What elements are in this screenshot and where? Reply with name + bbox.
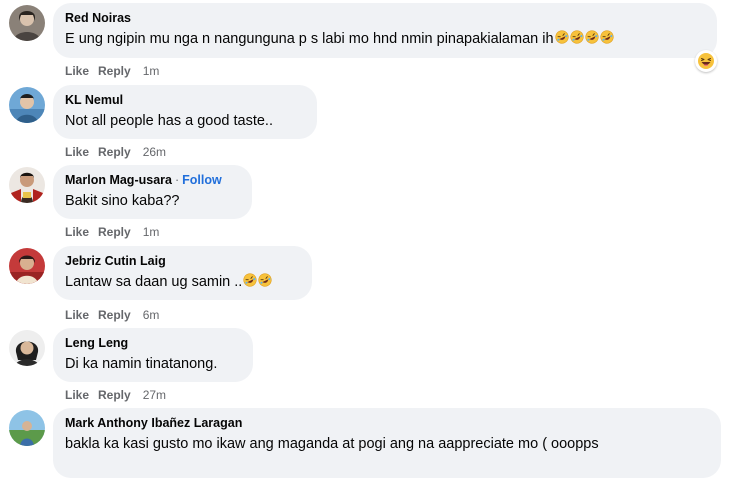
like-button[interactable]: Like	[65, 308, 89, 322]
comment-author[interactable]: Mark Anthony Ibañez Laragan	[65, 416, 242, 430]
comment-actions: Like Reply 6m	[65, 308, 159, 322]
reply-button[interactable]: Reply	[98, 64, 131, 78]
comment-timestamp[interactable]: 1m	[143, 64, 160, 78]
comment-text: E ung ngipin mu nga n nangunguna p s lab…	[65, 29, 705, 49]
reply-button[interactable]: Reply	[98, 225, 131, 239]
avatar[interactable]	[9, 5, 45, 41]
comment-bubble: KL Nemul Not all people has a good taste…	[53, 85, 317, 139]
comment-timestamp[interactable]: 1m	[143, 225, 160, 239]
comment-text: Di ka namin tinatanong.	[65, 356, 218, 372]
separator-dot: ·	[174, 173, 180, 187]
like-button[interactable]: Like	[65, 145, 89, 159]
rofl-emoji-icon	[554, 30, 569, 44]
comment-bubble: Marlon Mag-usara · Follow Bakit sino kaba?…	[53, 165, 252, 219]
comment-timestamp[interactable]: 26m	[143, 145, 166, 159]
comment-bubble: Mark Anthony Ibañez Laragan bakla ka kas…	[53, 408, 721, 478]
comment-timestamp[interactable]: 27m	[143, 388, 166, 402]
follow-button[interactable]: Follow	[182, 173, 222, 187]
comment-actions: Like Reply 27m	[65, 388, 166, 402]
comment-author[interactable]: Marlon Mag-usara	[65, 173, 172, 187]
comment-bubble: Leng Leng Di ka namin tinatanong.	[53, 328, 253, 382]
comment-author[interactable]: Red Noiras	[65, 11, 131, 25]
comment-author[interactable]: Leng Leng	[65, 336, 128, 350]
rofl-emoji-icon	[569, 30, 584, 44]
comment-actions: Like Reply 1m	[65, 225, 159, 239]
rofl-emoji-icon	[599, 30, 614, 44]
reply-button[interactable]: Reply	[98, 145, 131, 159]
comment-timestamp[interactable]: 6m	[143, 308, 160, 322]
comment-actions: Like Reply 1m	[65, 64, 159, 78]
comment-author[interactable]: Jebriz Cutin Laig	[65, 254, 166, 268]
avatar[interactable]	[9, 87, 45, 123]
rofl-emoji-icon	[258, 273, 272, 287]
rofl-emoji-icon	[243, 273, 257, 287]
reply-button[interactable]: Reply	[98, 308, 131, 322]
comment-bubble: Red Noiras E ung ngipin mu nga n nangung…	[53, 3, 717, 58]
like-button[interactable]: Like	[65, 388, 89, 402]
avatar[interactable]	[9, 410, 45, 446]
comment-text: Bakit sino kaba??	[65, 193, 180, 209]
comment-author[interactable]: KL Nemul	[65, 93, 123, 107]
comment-bubble: Jebriz Cutin Laig Lantaw sa daan ug sami…	[53, 246, 312, 300]
avatar[interactable]	[9, 330, 45, 366]
avatar[interactable]	[9, 167, 45, 203]
reply-button[interactable]: Reply	[98, 388, 131, 402]
comment-text: bakla ka kasi gusto mo ikaw ang maganda …	[65, 436, 599, 452]
like-button[interactable]: Like	[65, 225, 89, 239]
comment-text: Lantaw sa daan ug samin ..	[65, 272, 300, 292]
avatar[interactable]	[9, 248, 45, 284]
haha-reaction-icon[interactable]	[695, 50, 717, 72]
like-button[interactable]: Like	[65, 64, 89, 78]
comment-actions: Like Reply 26m	[65, 145, 166, 159]
comment-text: Not all people has a good taste..	[65, 113, 273, 129]
rofl-emoji-icon	[584, 30, 599, 44]
